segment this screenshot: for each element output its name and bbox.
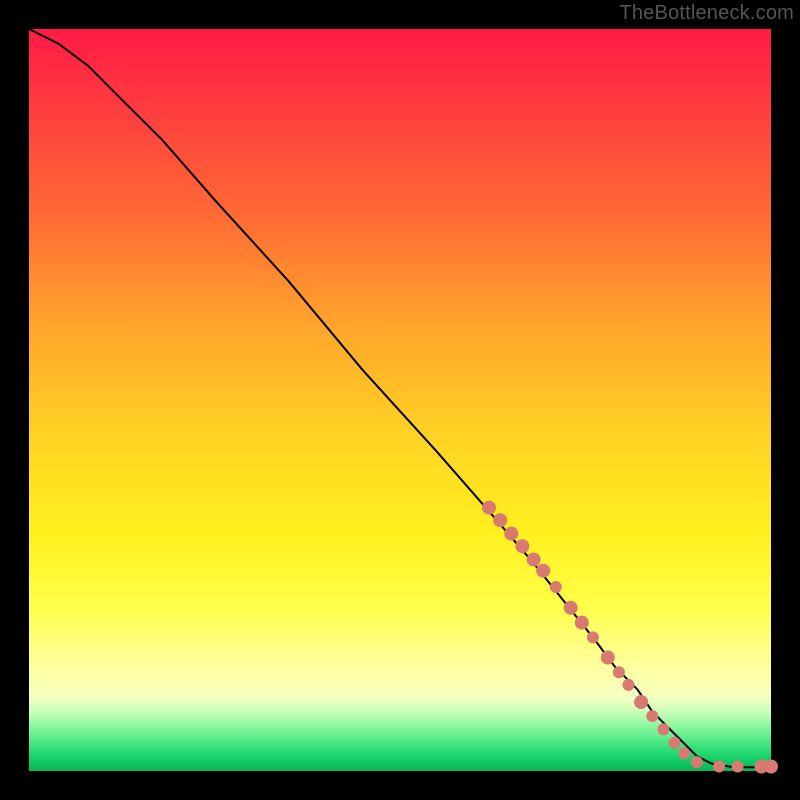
data-point-marker bbox=[646, 710, 658, 722]
data-point-marker bbox=[634, 695, 648, 709]
data-point-marker bbox=[657, 723, 669, 735]
data-point-marker bbox=[564, 601, 578, 615]
data-point-marker bbox=[623, 679, 635, 691]
data-point-markers bbox=[482, 501, 778, 774]
chart-frame: TheBottleneck.com bbox=[0, 0, 800, 800]
data-point-marker bbox=[527, 553, 541, 567]
data-point-marker bbox=[713, 761, 725, 773]
data-point-marker bbox=[732, 761, 744, 773]
data-point-marker bbox=[601, 651, 615, 665]
data-point-marker bbox=[493, 513, 507, 527]
data-point-marker bbox=[669, 737, 681, 749]
watermark-text: TheBottleneck.com bbox=[619, 2, 794, 25]
data-point-marker bbox=[515, 539, 529, 553]
data-point-marker bbox=[575, 616, 589, 630]
data-point-marker bbox=[613, 666, 625, 678]
data-point-marker bbox=[764, 760, 778, 774]
data-point-marker bbox=[550, 581, 562, 593]
bottleneck-curve-line bbox=[29, 29, 771, 767]
data-point-marker bbox=[536, 564, 550, 578]
data-point-marker bbox=[587, 631, 599, 643]
data-point-marker bbox=[678, 747, 690, 759]
chart-overlay bbox=[29, 29, 771, 771]
data-point-marker bbox=[482, 501, 496, 515]
data-point-marker bbox=[504, 527, 518, 541]
data-point-marker bbox=[691, 756, 703, 768]
